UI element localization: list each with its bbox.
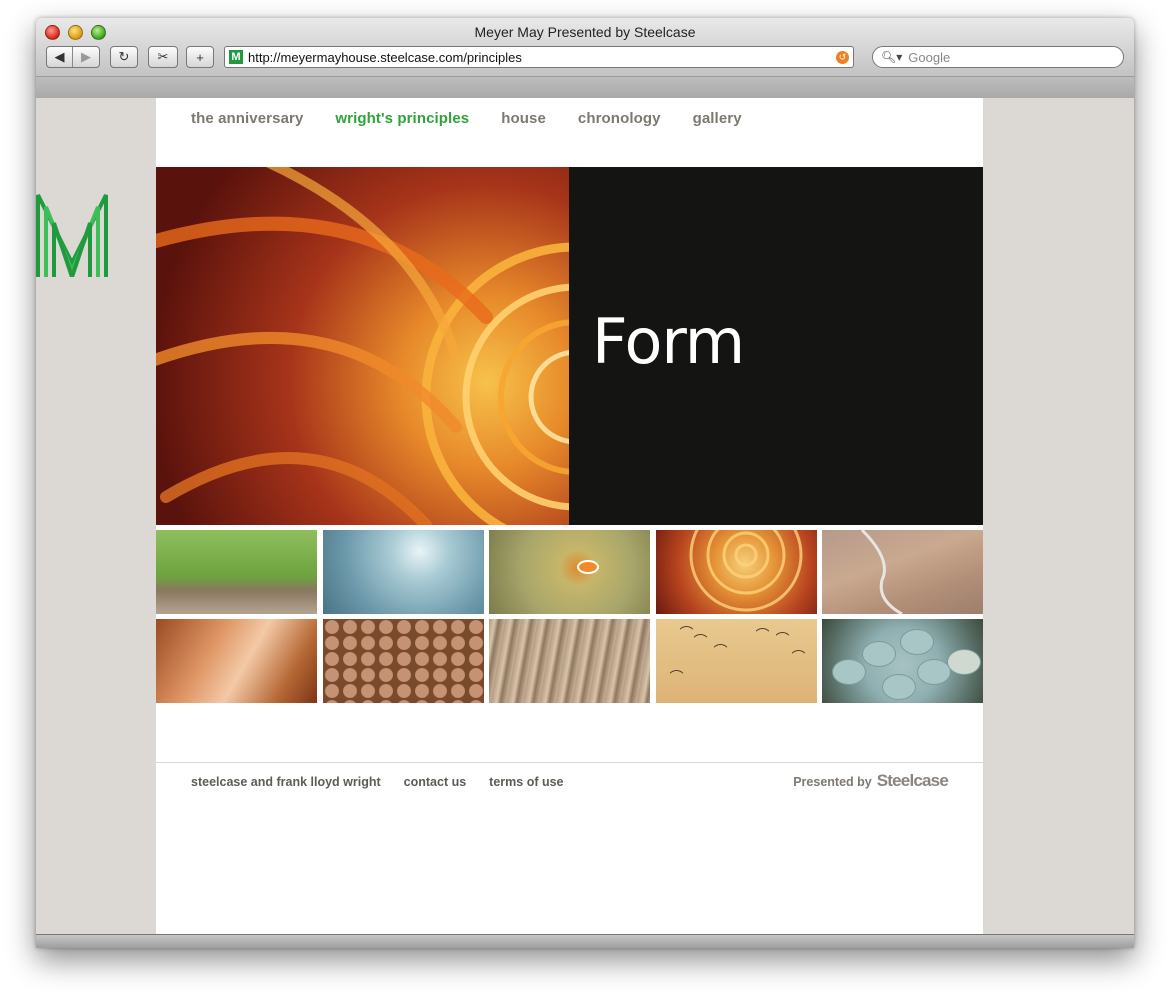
site-favicon: M (229, 50, 243, 64)
window-title: Meyer May Presented by Steelcase (474, 24, 696, 40)
back-arrow-icon[interactable]: ◀ (47, 47, 74, 67)
browser-content: the anniversary wright's principles hous… (36, 98, 1134, 934)
thumbnail-eggs[interactable] (822, 619, 983, 703)
nav-house[interactable]: house (501, 110, 546, 127)
hero-nautilus-image (156, 167, 569, 525)
bookmarks-bar (36, 76, 1134, 98)
thumbnail-canyon[interactable] (822, 530, 983, 614)
rss-reload-icon[interactable]: ↺ (836, 50, 849, 64)
search-field[interactable]: 🔍︎▾ Google (872, 46, 1124, 68)
site-page: the anniversary wright's principles hous… (156, 98, 983, 934)
presented-by-label: Presented by (793, 775, 872, 789)
hero-banner: Form (156, 167, 983, 525)
thumbnail-nautilus[interactable] (655, 530, 817, 614)
search-icon: 🔍︎▾ (881, 50, 903, 64)
search-placeholder: Google (908, 49, 951, 65)
url-text[interactable]: http://meyermayhouse.steelcase.com/princ… (248, 50, 836, 65)
thumbnail-wood[interactable] (489, 619, 650, 703)
add-bookmark-button[interactable]: + (186, 46, 214, 68)
reload-button[interactable]: ↻ (110, 46, 138, 68)
nav-chronology[interactable]: chronology (578, 110, 661, 127)
thumbnail-grass[interactable] (156, 530, 317, 614)
plus-icon: + (196, 49, 204, 65)
nav-gallery[interactable]: gallery (693, 110, 742, 127)
browser-window: Meyer May Presented by Steelcase ◀ ▶ ↻ ✂… (36, 18, 1134, 948)
browser-toolbar: ◀ ▶ ↻ ✂ + M http://meyermayhouse.steelca… (46, 46, 1124, 70)
window-bottom-bar (36, 934, 1134, 948)
steelcase-logo: Steelcase (876, 771, 949, 790)
footer-link-terms[interactable]: terms of use (489, 775, 563, 789)
thumbnail-slot-canyon[interactable] (156, 619, 317, 703)
presented-by[interactable]: Presented by Steelcase (793, 771, 949, 791)
nav-wrights-principles[interactable]: wright's principles (335, 110, 469, 127)
thumbnail-honeycomb[interactable] (322, 619, 484, 703)
thumbnail-anemone[interactable] (489, 530, 650, 614)
footer-link-steelcase-flw[interactable]: steelcase and frank lloyd wright (191, 775, 381, 789)
hero-title-panel: Form (569, 167, 983, 525)
footer-link-contact[interactable]: contact us (404, 775, 467, 789)
title-bar: Meyer May Presented by Steelcase ◀ ▶ ↻ ✂… (36, 18, 1134, 98)
snapback-button[interactable]: ✂ (148, 46, 178, 68)
site-nav: the anniversary wright's principles hous… (191, 110, 742, 127)
footer-divider (156, 762, 983, 763)
thumbnail-grid: ⌒ ⌒ ⌒ ⌒ ⌒ ⌒ ⌒ (156, 530, 983, 703)
thumbnail-birds[interactable]: ⌒ ⌒ ⌒ ⌒ ⌒ ⌒ ⌒ (655, 619, 817, 703)
address-bar[interactable]: M http://meyermayhouse.steelcase.com/pri… (224, 46, 854, 68)
footer-links: steelcase and frank lloyd wright contact… (191, 775, 564, 789)
forward-arrow-icon[interactable]: ▶ (73, 47, 99, 67)
nav-the-anniversary[interactable]: the anniversary (191, 110, 303, 127)
meyer-may-logo[interactable] (36, 193, 108, 277)
back-forward-group: ◀ ▶ (46, 46, 100, 68)
hero-title: Form (592, 305, 745, 378)
scissors-icon: ✂ (157, 49, 169, 64)
reload-icon: ↻ (118, 49, 130, 64)
thumbnail-water[interactable] (322, 530, 484, 614)
